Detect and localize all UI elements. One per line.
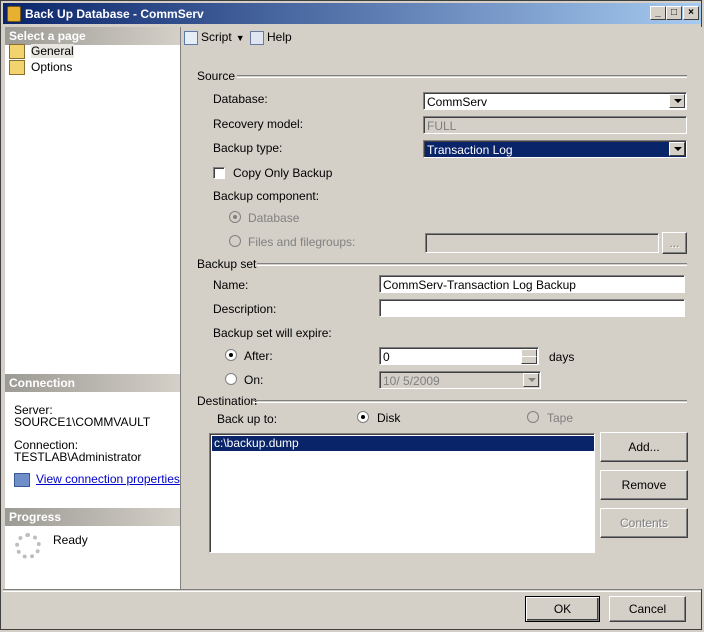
- after-days-input[interactable]: 0: [379, 347, 539, 365]
- page-icon: [9, 60, 25, 75]
- progress-spinner-icon: [15, 533, 41, 559]
- component-database-radio[interactable]: [229, 211, 241, 223]
- recovery-model-field: FULL: [423, 116, 687, 134]
- database-label: Database:: [213, 92, 268, 106]
- title-bar[interactable]: Back Up Database - CommServ _ □ ×: [3, 3, 701, 24]
- select-page-header: Select a page: [5, 27, 180, 45]
- component-files-label: Files and filegroups:: [248, 235, 356, 249]
- progress-header: Progress: [5, 508, 180, 526]
- recovery-model-label: Recovery model:: [213, 117, 304, 131]
- minimize-button[interactable]: _: [650, 6, 666, 20]
- spin-down-icon[interactable]: [521, 356, 537, 364]
- add-destination-button[interactable]: Add...: [600, 432, 688, 462]
- source-divider: [237, 75, 687, 78]
- after-label: After:: [244, 349, 273, 363]
- maximize-button[interactable]: □: [666, 6, 682, 20]
- disk-radio[interactable]: [357, 411, 369, 423]
- left-panel: Select a page General Options Connection…: [5, 27, 180, 589]
- expire-after-radio[interactable]: [225, 349, 237, 361]
- backup-name-input[interactable]: CommServ-Transaction Log Backup: [379, 275, 685, 293]
- description-label: Description:: [213, 302, 277, 316]
- ok-button[interactable]: OK: [525, 596, 600, 622]
- page-icon: [9, 44, 25, 59]
- chevron-down-icon[interactable]: [523, 373, 539, 387]
- component-files-radio[interactable]: [229, 235, 241, 247]
- chevron-down-icon[interactable]: [669, 142, 685, 156]
- contents-button[interactable]: Contents: [600, 508, 688, 538]
- tape-label: Tape: [547, 411, 574, 425]
- expire-on-radio[interactable]: [225, 373, 237, 385]
- connection-icon: [14, 472, 30, 487]
- remove-destination-button[interactable]: Remove: [600, 470, 688, 500]
- connection-header: Connection: [5, 374, 180, 392]
- backup-component-label: Backup component:: [213, 189, 320, 203]
- on-label: On:: [244, 373, 264, 387]
- list-item[interactable]: c:\backup.dump: [212, 436, 594, 451]
- chevron-down-icon[interactable]: [669, 94, 685, 108]
- backup-set-divider: [257, 263, 687, 266]
- copy-only-label: Copy Only Backup: [233, 166, 333, 180]
- database-icon: [7, 6, 21, 22]
- connection-value: TESTLAB\Administrator: [14, 450, 142, 464]
- view-connection-properties[interactable]: View connection properties: [14, 472, 180, 487]
- window-title: Back Up Database - CommServ: [25, 7, 204, 21]
- script-icon: [184, 30, 198, 45]
- server-value: SOURCE1\COMMVAULT: [14, 415, 151, 429]
- cancel-button[interactable]: Cancel: [609, 596, 686, 622]
- help-icon: [250, 30, 264, 45]
- progress-status: Ready: [53, 533, 88, 547]
- view-props-link[interactable]: View connection properties: [36, 472, 180, 486]
- destination-group-label: Destination: [197, 394, 258, 408]
- script-label: Script: [201, 30, 232, 44]
- footer-divider: [3, 589, 701, 592]
- main-panel: Script ▼ Help Source Database: CommServ R…: [180, 27, 702, 589]
- days-label: days: [549, 350, 575, 364]
- expire-label: Backup set will expire:: [213, 326, 332, 340]
- backup-set-group-label: Backup set: [197, 257, 257, 271]
- copy-only-checkbox[interactable]: [213, 167, 225, 179]
- backup-type-label: Backup type:: [213, 141, 283, 155]
- source-group-label: Source: [197, 69, 236, 83]
- page-label: General: [31, 44, 74, 58]
- backup-type-select[interactable]: Transaction Log: [423, 140, 687, 158]
- help-button[interactable]: Help: [250, 30, 292, 46]
- filegroups-field: [425, 233, 659, 253]
- chevron-down-icon: ▼: [235, 33, 245, 43]
- component-database-label: Database: [248, 211, 300, 225]
- destination-divider: [253, 400, 687, 403]
- name-label: Name:: [213, 278, 249, 292]
- dialog-window: Back Up Database - CommServ _ □ × Select…: [0, 0, 702, 630]
- close-button[interactable]: ×: [683, 6, 699, 20]
- back-up-to-label: Back up to:: [217, 412, 278, 426]
- toolbar: Script ▼ Help: [181, 27, 703, 49]
- destination-list[interactable]: c:\backup.dump: [209, 433, 595, 553]
- tape-radio[interactable]: [527, 411, 539, 423]
- expire-date-picker[interactable]: 10/ 5/2009: [379, 371, 541, 389]
- database-select[interactable]: CommServ: [423, 92, 687, 110]
- browse-filegroups-button[interactable]: ...: [662, 232, 687, 254]
- page-label: Options: [31, 60, 73, 74]
- disk-label: Disk: [377, 411, 401, 425]
- help-label: Help: [267, 30, 292, 44]
- description-input[interactable]: [379, 299, 685, 317]
- script-button[interactable]: Script ▼: [184, 30, 245, 46]
